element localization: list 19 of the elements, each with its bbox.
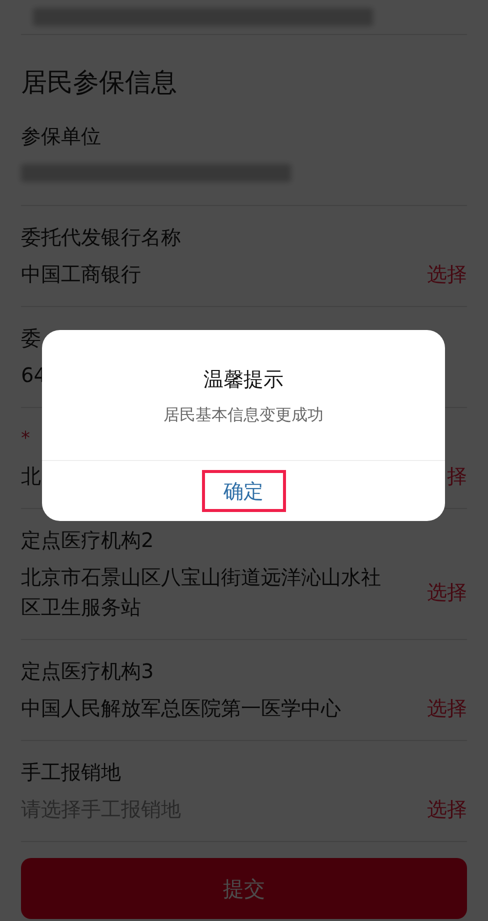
field-value: 北: [21, 463, 41, 490]
field-label: 定点医疗机构2: [21, 527, 154, 554]
select-link[interactable]: 选择: [427, 796, 467, 822]
field-label: 委托代发银行名称: [21, 224, 181, 251]
field-label: 参保单位: [21, 123, 101, 150]
field-value: 北京市石景山区八宝山街道远洋沁山水社区卫生服务站: [21, 564, 382, 621]
section-title: 居民参保信息: [20, 67, 178, 100]
field-value: 中国工商银行: [21, 261, 141, 288]
dialog-message: 居民基本信息变更成功: [164, 405, 324, 426]
select-link[interactable]: 选择: [427, 694, 467, 722]
field-label: 定点医疗机构3: [21, 658, 154, 685]
confirm-button[interactable]: 确定: [202, 470, 286, 512]
field-label: 委: [21, 325, 41, 352]
dialog-title: 温馨提示: [204, 366, 284, 393]
field-label: 手工报销地: [21, 759, 121, 786]
select-link[interactable]: 选择: [427, 260, 467, 288]
select-link[interactable]: 选择: [427, 578, 467, 606]
required-mark: *: [21, 427, 30, 451]
field-value: 中国人民解放军总医院第一医学中心: [21, 695, 341, 722]
